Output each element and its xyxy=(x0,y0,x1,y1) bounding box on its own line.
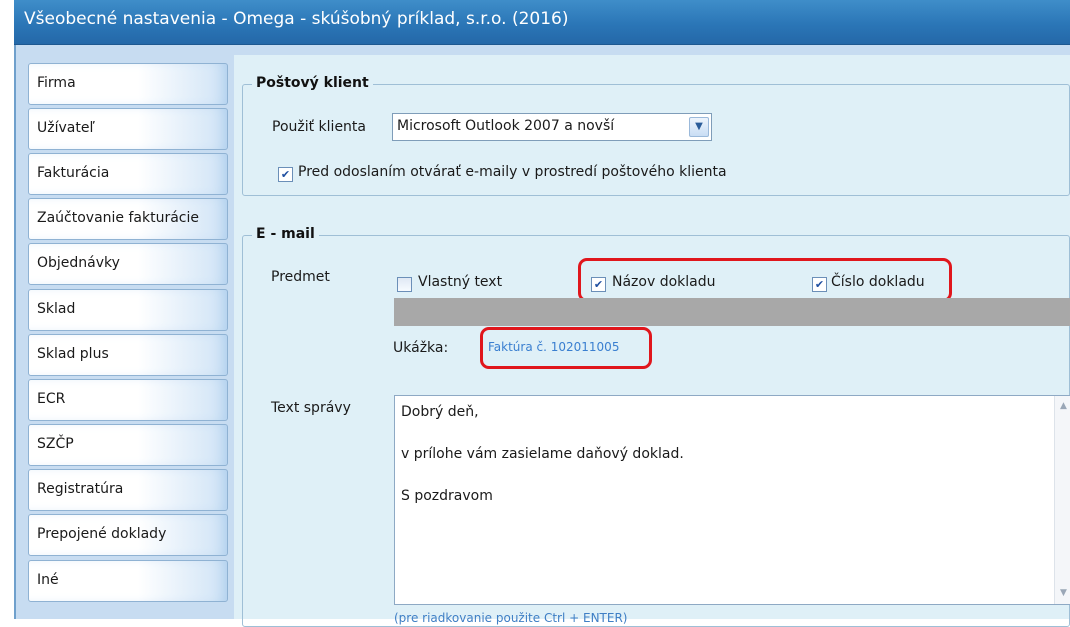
message-scrollbar[interactable]: ▲ ▼ xyxy=(1054,396,1070,604)
sidebar-item-uzivatel[interactable]: Užívateľ xyxy=(28,108,228,150)
message-textarea[interactable]: Dobrý deň, v prílohe vám zasielame daňov… xyxy=(394,395,1070,605)
scroll-down-icon[interactable]: ▼ xyxy=(1057,587,1070,600)
sidebar-item-label: Sklad xyxy=(37,301,76,317)
sidebar-item-label: Užívateľ xyxy=(37,120,95,136)
message-line: Dobrý deň, xyxy=(401,404,479,420)
sidebar-item-prepojene-doklady[interactable]: Prepojené doklady xyxy=(28,514,228,556)
mail-client-value: Microsoft Outlook 2007 a novší xyxy=(397,118,615,134)
sidebar-item-szcp[interactable]: SZČP xyxy=(28,424,228,466)
sidebar-item-sklad-plus[interactable]: Sklad plus xyxy=(28,334,228,376)
settings-panel: Poštový klient Použiť klienta Microsoft … xyxy=(234,55,1070,627)
subject-preview-bar xyxy=(394,298,1070,326)
scroll-up-icon[interactable]: ▲ xyxy=(1057,400,1070,413)
doc-number-label: Číslo dokladu xyxy=(831,274,925,290)
use-client-label: Použiť klienta xyxy=(272,119,367,135)
chevron-down-icon[interactable]: ▼ xyxy=(689,117,709,137)
sidebar-item-label: Firma xyxy=(37,75,76,91)
sidebar-item-label: Sklad plus xyxy=(37,346,109,362)
open-in-client-checkbox[interactable]: ✔ xyxy=(278,167,293,182)
custom-text-label: Vlastný text xyxy=(418,274,503,290)
sidebar-item-ecr[interactable]: ECR xyxy=(28,379,228,421)
sidebar-item-label: Zaúčtovanie fakturácie xyxy=(37,210,199,226)
window-title: Všeobecné nastavenia - Omega - skúšobný … xyxy=(24,9,569,29)
message-line: v prílohe vám zasielame daňový doklad. xyxy=(401,446,684,462)
message-label: Text správy xyxy=(271,400,351,416)
sidebar-item-registratura[interactable]: Registratúra xyxy=(28,469,228,511)
sidebar-item-label: SZČP xyxy=(37,436,74,452)
sidebar-item-firma[interactable]: Firma xyxy=(28,63,228,105)
sidebar-item-label: Prepojené doklady xyxy=(37,526,167,542)
line-break-hint: (pre riadkovanie použite Ctrl + ENTER) xyxy=(394,611,628,625)
open-in-client-label: Pred odoslaním otvárať e-maily v prostre… xyxy=(298,164,727,180)
email-group-label: E - mail xyxy=(252,226,319,242)
mail-client-group-label: Poštový klient xyxy=(252,75,373,91)
subject-label: Predmet xyxy=(271,269,330,285)
message-line: S pozdravom xyxy=(401,488,493,504)
sidebar-item-label: ECR xyxy=(37,391,66,407)
doc-name-label: Názov dokladu xyxy=(612,274,716,290)
title-bar: Všeobecné nastavenia - Omega - skúšobný … xyxy=(14,0,1070,45)
mail-client-select[interactable]: Microsoft Outlook 2007 a novší ▼ xyxy=(392,113,712,141)
settings-window: Firma Užívateľ Fakturácia Zaúčtovanie fa… xyxy=(14,45,1070,627)
preview-label: Ukážka: xyxy=(393,340,449,356)
sidebar-item-label: Iné xyxy=(37,572,59,588)
sidebar-item-sklad[interactable]: Sklad xyxy=(28,289,228,331)
sidebar-item-ine[interactable]: Iné xyxy=(28,560,228,602)
custom-text-checkbox[interactable]: ✔ xyxy=(397,277,412,292)
sidebar-item-fakturacia[interactable]: Fakturácia xyxy=(28,153,228,195)
sidebar-item-label: Objednávky xyxy=(37,255,120,271)
preview-value: Faktúra č. 102011005 xyxy=(488,340,620,354)
sidebar-item-label: Registratúra xyxy=(37,481,124,497)
sidebar-item-objednavky[interactable]: Objednávky xyxy=(28,243,228,285)
sidebar-item-label: Fakturácia xyxy=(37,165,110,181)
doc-name-checkbox[interactable]: ✔ xyxy=(591,277,606,292)
sidebar-item-zauctovanie-fakturacie[interactable]: Zaúčtovanie fakturácie xyxy=(28,198,228,240)
doc-number-checkbox[interactable]: ✔ xyxy=(812,277,827,292)
